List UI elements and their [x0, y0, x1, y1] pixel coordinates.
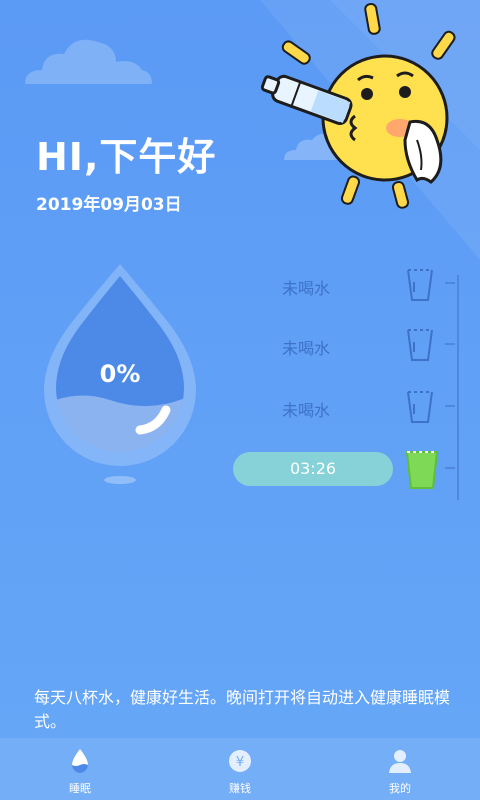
- nav-label: 我的: [389, 782, 411, 795]
- svg-text:¥: ¥: [236, 755, 244, 770]
- sun-mascot-icon: [260, 2, 456, 209]
- drop-icon: [72, 749, 88, 773]
- nav-item-sleep[interactable]: 睡眠: [20, 738, 140, 800]
- nav-item-earn[interactable]: ¥ 赚钱: [180, 738, 300, 800]
- cup-status-label: 未喝水: [281, 339, 330, 358]
- cup-row[interactable]: 未喝水: [220, 326, 470, 366]
- health-tip: 每天八杯水，健康好生活。晚间打开将自动进入健康睡眠模式。: [34, 688, 451, 731]
- nav-label: 赚钱: [229, 782, 251, 795]
- person-icon: [389, 750, 411, 773]
- drink-percent: 0%: [99, 360, 141, 388]
- nav-item-mine[interactable]: 我的: [340, 738, 460, 800]
- yen-coin-icon: ¥: [229, 750, 251, 772]
- empty-cup-icon[interactable]: [405, 266, 435, 302]
- cloud-icon: [25, 39, 152, 84]
- cup-list: 未喝水 未喝水 未喝水 03:26: [220, 262, 480, 502]
- greeting-title: HI,下午好: [36, 135, 217, 179]
- empty-cup-icon[interactable]: [405, 388, 435, 424]
- full-cup-icon[interactable]: [405, 450, 439, 490]
- cup-status-label: 未喝水: [281, 401, 330, 420]
- cup-row[interactable]: 未喝水: [220, 388, 470, 428]
- nav-label: 睡眠: [69, 782, 91, 795]
- drink-time-pill: 03:26: [233, 452, 393, 486]
- cup-row[interactable]: 03:26: [220, 450, 470, 490]
- bottom-nav: 睡眠 ¥ 赚钱 我的: [0, 738, 480, 800]
- empty-cup-icon[interactable]: [405, 326, 435, 362]
- cup-status-label: 未喝水: [281, 279, 330, 298]
- current-date: 2019年09月03日: [36, 195, 182, 215]
- cup-row[interactable]: 未喝水: [220, 266, 470, 306]
